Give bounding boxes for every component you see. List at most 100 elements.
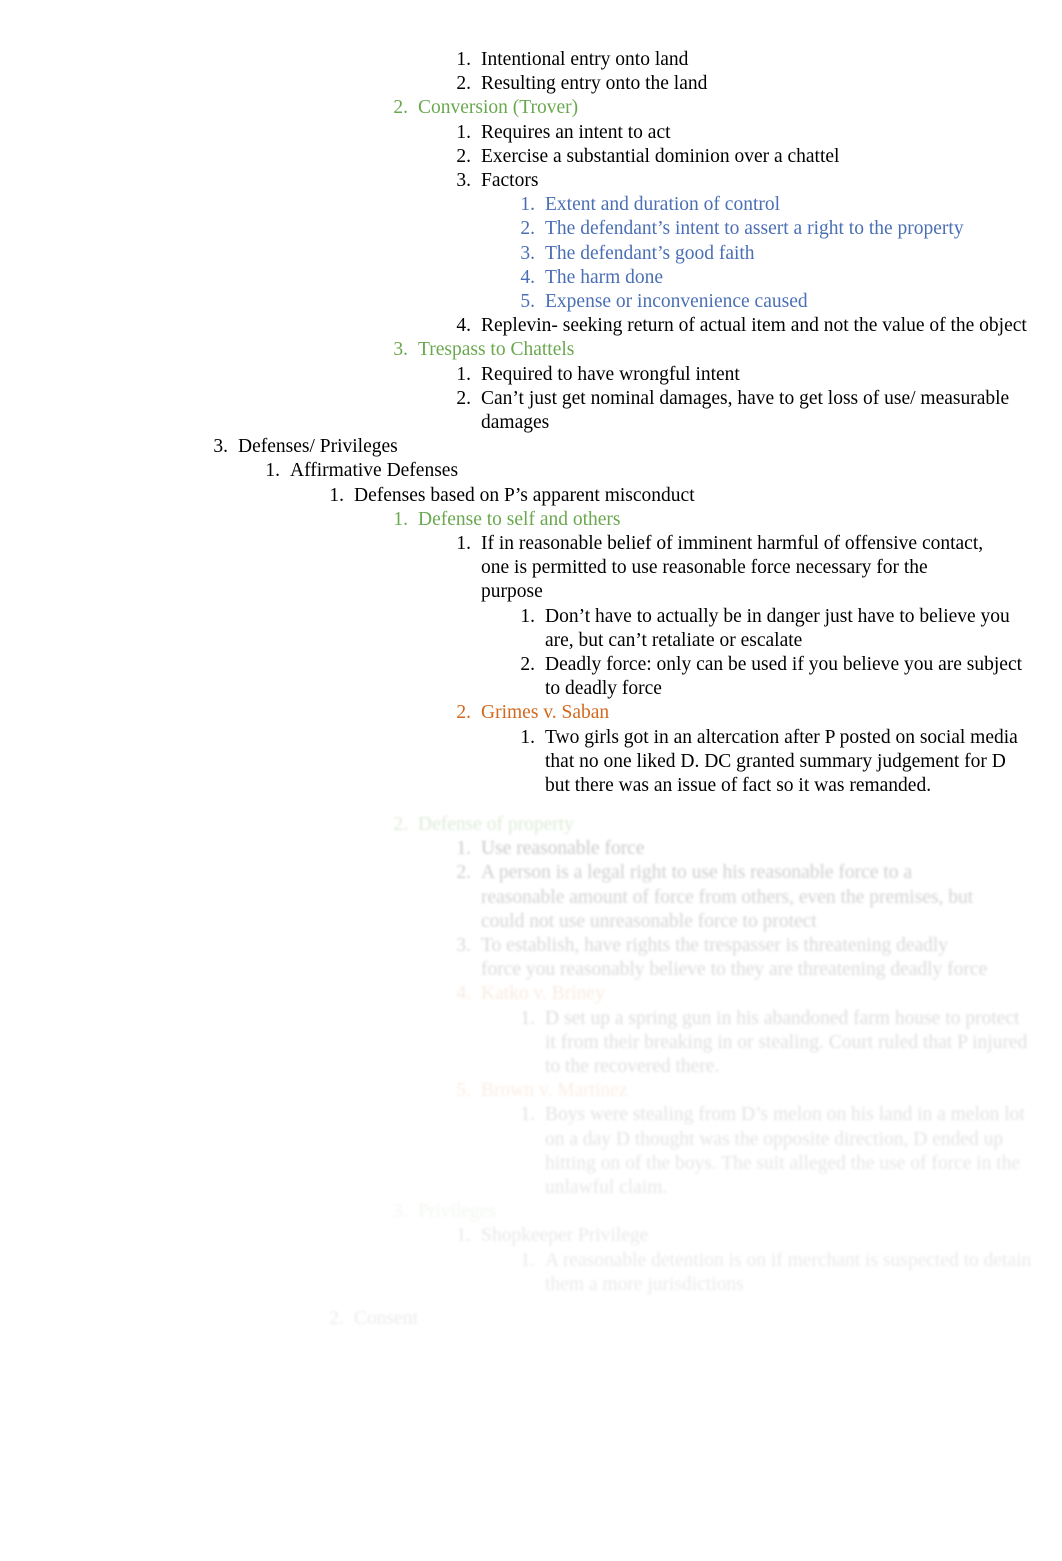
list-item: 2. Deadly force: only can be used if you… (0, 653, 1062, 701)
list-item-factor: 5. Expense or inconvenience caused (0, 290, 1062, 314)
list-item-text: The harm done (545, 266, 664, 288)
list-item: 1. Use reasonable force (0, 837, 1062, 861)
list-item: 2. Can’t just get nominal damages, have … (0, 387, 1062, 435)
list-marker: 1. (456, 1225, 471, 1247)
list-item-text: Expense or inconvenience caused (545, 291, 808, 313)
list-marker: 1. (520, 1007, 535, 1029)
list-item-text: Deadly force: only can be used if you be… (545, 654, 1023, 700)
list-item-text: The defendant’s intent to assert a right… (545, 218, 964, 240)
list-marker: 2. (520, 654, 535, 676)
list-item-text: A reasonable detention is on if merchant… (545, 1249, 1032, 1295)
list-item-case-brown-martinez: 5. Brown v. Martinez (0, 1079, 1062, 1103)
list-item-text: Intentional entry onto land (481, 49, 689, 70)
list-marker: 1. (520, 726, 535, 748)
list-item-defense-of-property: 2. Defense of property (0, 813, 1062, 837)
list-item-factor: 4. The harm done (0, 266, 1062, 290)
list-item-text: Replevin- seeking return of actual item … (481, 315, 1027, 337)
list-marker: 2. (456, 862, 471, 884)
list-item-text: To establish, have rights the trespasser… (481, 935, 988, 981)
list-item: 1. If in reasonable belief of imminent h… (0, 532, 1062, 605)
list-marker: 4. (520, 266, 535, 288)
list-item-text: If in reasonable belief of imminent harm… (481, 533, 984, 603)
list-item-privileges: 3. Privileges (0, 1200, 1062, 1224)
list-item-text: Can’t just get nominal damages, have to … (481, 387, 1010, 434)
list-item: 1. Requires an intent to act (0, 121, 1062, 145)
list-item-factor: 1. Extent and duration of control (0, 193, 1062, 217)
list-item-case-summary: 1. Boys were stealing from D’s melon on … (0, 1103, 1062, 1200)
list-marker: 1. (520, 605, 535, 627)
list-item-text: Privileges (418, 1201, 496, 1223)
list-item-consent: 2. Consent (0, 1307, 1062, 1331)
list-item: 3. To establish, have rights the trespas… (0, 934, 1062, 982)
list-item-defense-self-others: 1. Defense to self and others (0, 508, 1062, 532)
list-item: 2. Resulting entry onto the land (0, 72, 1062, 96)
list-marker: 3. (393, 339, 408, 361)
list-marker: 2. (456, 145, 471, 167)
list-marker: 4. (456, 315, 471, 337)
list-marker: 3. (520, 242, 535, 264)
list-item-text: Requires an intent to act (481, 121, 671, 143)
list-item-text: Shopkeeper Privilege (481, 1225, 649, 1247)
list-marker: 3. (456, 935, 471, 957)
list-item-text: Defense of property (418, 814, 574, 835)
list-marker: 3. (393, 1201, 408, 1223)
list-item-text: Defenses based on P’s apparent misconduc… (354, 484, 695, 506)
list-item-replevin: 4. Replevin- seeking return of actual it… (0, 314, 1062, 338)
list-item-text: Conversion (Trover) (418, 97, 579, 119)
list-item: 3. Factors (0, 169, 1062, 193)
list-item-text: Resulting entry onto the land (481, 73, 708, 95)
list-marker: 1. (520, 1249, 535, 1271)
list-item-text: Defenses/ Privileges (238, 436, 398, 458)
list-item-case-grimes-saban: 2. Grimes v. Saban (0, 701, 1062, 725)
list-marker: 3. (213, 436, 228, 458)
list-item-case-katko-briney: 4. Katko v. Briney (0, 982, 1062, 1006)
list-item-defenses-privileges: 3. Defenses/ Privileges (0, 435, 1062, 459)
list-marker: 1. (456, 533, 471, 555)
list-item-text: Consent (354, 1308, 418, 1330)
list-item-text: Two girls got in an altercation after P … (545, 726, 1018, 797)
list-marker: 1. (456, 838, 471, 860)
list-marker: 1. (520, 1104, 535, 1126)
list-item-text: Brown v. Martinez (481, 1080, 628, 1102)
outline-visible-section: 1. Intentional entry onto land 2. Result… (0, 48, 1062, 798)
list-item-text: Don’t have to actually be in danger just… (545, 605, 1010, 651)
list-item-case-summary: 1. D set up a spring gun in his abandone… (0, 1007, 1062, 1080)
list-item-text: D set up a spring gun in his abandoned f… (545, 1007, 1028, 1078)
list-item-text: A person is a legal right to use his rea… (481, 862, 974, 932)
list-item: 2. Exercise a substantial dominion over … (0, 145, 1062, 169)
list-marker: 2. (393, 814, 408, 835)
list-marker: 1. (393, 508, 408, 530)
list-marker: 5. (456, 1080, 471, 1102)
list-marker: 1. (456, 49, 471, 70)
list-item-text: The defendant’s good faith (545, 242, 755, 264)
list-marker: 2. (520, 218, 535, 240)
list-item-affirmative-defenses: 1. Affirmative Defenses (0, 459, 1062, 483)
list-item-text: Extent and duration of control (545, 194, 781, 216)
list-item: 1. A reasonable detention is on if merch… (0, 1249, 1062, 1297)
list-marker: 4. (456, 983, 471, 1005)
document-page: 1. Intentional entry onto land 2. Result… (0, 0, 1062, 1561)
list-item-text: Katko v. Briney (481, 983, 605, 1005)
list-item-shopkeeper-privilege: 1. Shopkeeper Privilege (0, 1224, 1062, 1248)
list-marker: 2. (456, 702, 471, 724)
list-item-text: Grimes v. Saban (481, 702, 610, 724)
list-item-factor: 2. The defendant’s intent to assert a ri… (0, 217, 1062, 241)
list-item-text: Required to have wrongful intent (481, 363, 740, 385)
list-item-text: Affirmative Defenses (290, 460, 459, 482)
list-item-text: Exercise a substantial dominion over a c… (481, 145, 840, 167)
list-marker: 2. (456, 73, 471, 95)
list-marker: 2. (329, 1308, 344, 1330)
list-marker: 3. (456, 170, 471, 192)
list-item-text: Trespass to Chattels (418, 339, 575, 361)
list-marker: 1. (520, 194, 535, 216)
list-item-text: Defense to self and others (418, 508, 621, 530)
list-item: 1. Don’t have to actually be in danger j… (0, 605, 1062, 653)
list-item: 2. A person is a legal right to use his … (0, 861, 1062, 934)
list-item-text: Use reasonable force (481, 838, 645, 860)
list-item: 1. Defenses based on P’s apparent miscon… (0, 484, 1062, 508)
list-marker: 5. (520, 291, 535, 313)
list-marker: 1. (329, 484, 344, 506)
outline-faded-section: 2. Defense of property 1. Use reasonable… (0, 813, 1062, 1373)
list-item-conversion: 2. Conversion (Trover) (0, 96, 1062, 120)
list-item: 1. Intentional entry onto land (0, 48, 1062, 72)
